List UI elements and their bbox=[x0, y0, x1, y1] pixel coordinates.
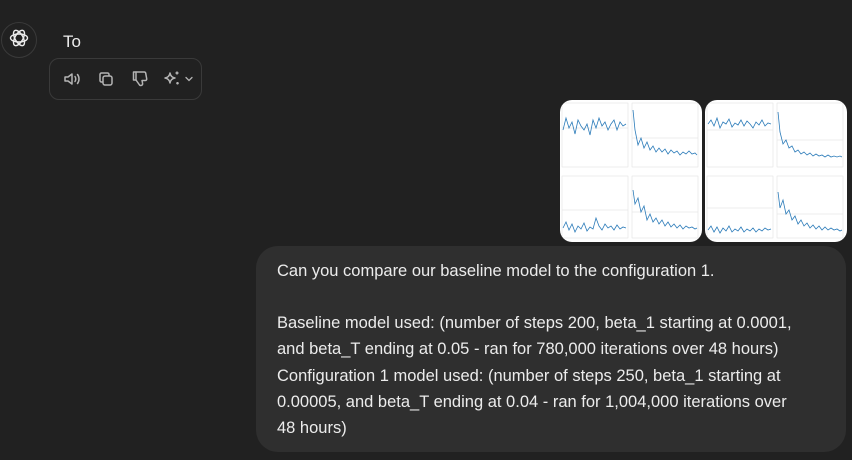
bad-response-button[interactable] bbox=[128, 67, 152, 91]
sparkle-icon bbox=[162, 69, 182, 89]
chart-thumbnail-2 bbox=[706, 102, 844, 239]
user-message-line: 48 hours) bbox=[277, 419, 347, 438]
user-message-line: 0.00005, and beta_T ending at 0.04 - ran… bbox=[277, 392, 787, 411]
user-message-line: Can you compare our baseline model to th… bbox=[277, 262, 715, 280]
user-message-line: and beta_T ending at 0.05 - ran for 780,… bbox=[277, 340, 779, 359]
read-aloud-button[interactable] bbox=[60, 67, 84, 91]
switch-model-button[interactable] bbox=[162, 67, 198, 91]
speaker-icon bbox=[62, 69, 82, 89]
assistant-avatar bbox=[1, 22, 37, 58]
copy-button[interactable] bbox=[94, 67, 118, 91]
openai-logo-icon bbox=[7, 26, 31, 55]
thumbs-down-icon bbox=[130, 69, 150, 89]
message-action-toolbar bbox=[49, 58, 202, 100]
chart-image-2[interactable] bbox=[705, 100, 847, 242]
user-message-line: Configuration 1 model used: (number of s… bbox=[277, 366, 781, 385]
copy-icon bbox=[96, 69, 116, 89]
chart-thumbnail-1 bbox=[561, 102, 699, 239]
chat-page: To Can you compare our baseline model to… bbox=[0, 0, 852, 460]
chart-image-1[interactable] bbox=[560, 100, 702, 242]
assistant-message-text: To bbox=[63, 32, 81, 51]
user-message-line: Baseline model used: (number of steps 20… bbox=[277, 314, 792, 333]
chevron-down-icon bbox=[184, 74, 194, 84]
user-message-bubble: Can you compare our baseline model to th… bbox=[256, 246, 846, 452]
